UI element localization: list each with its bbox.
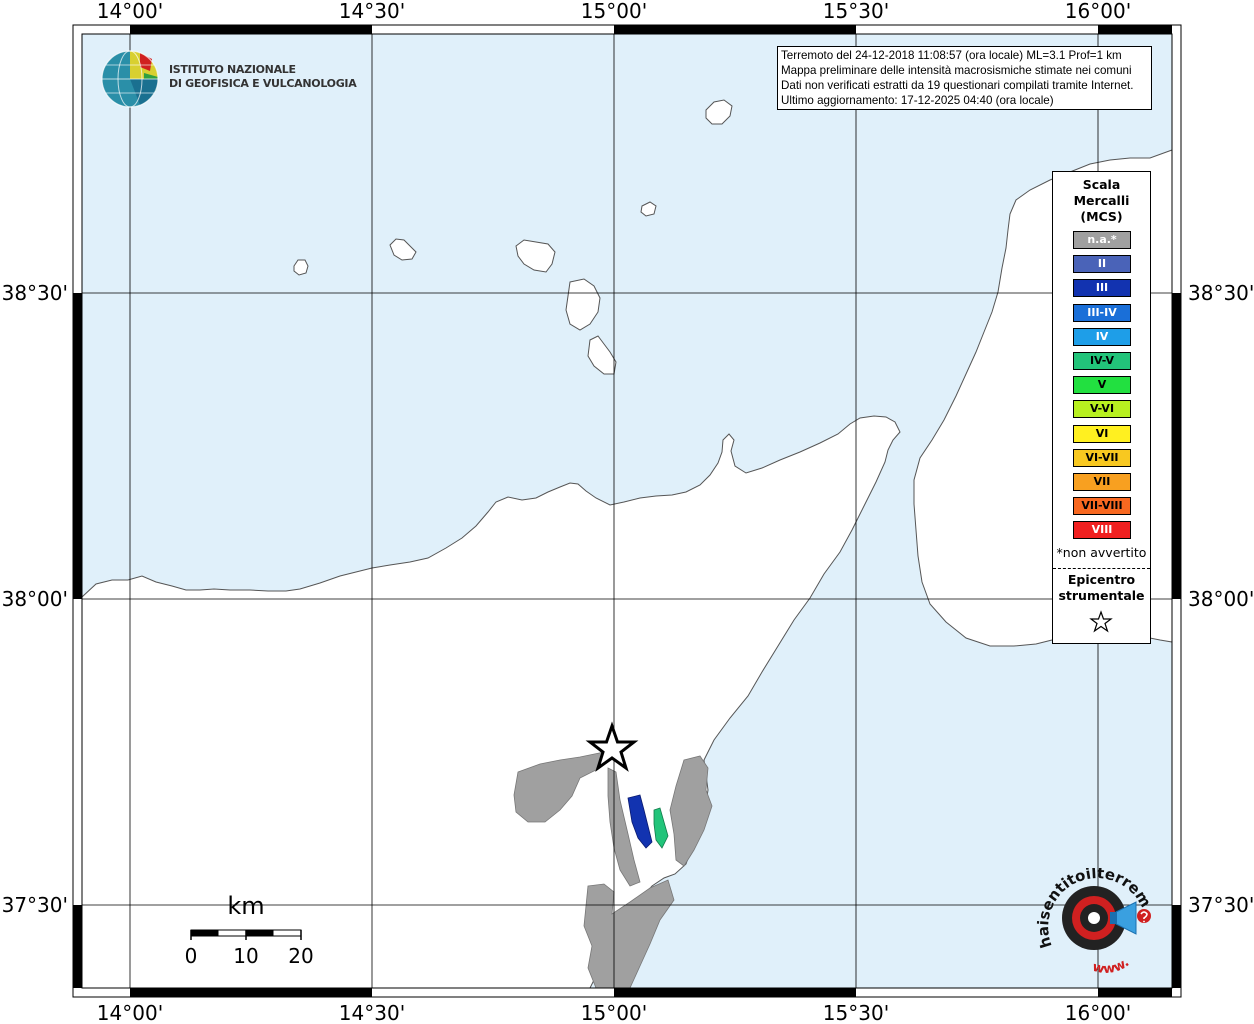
legend-divider <box>1053 568 1150 569</box>
legend-item: III <box>1073 279 1131 298</box>
left-lat-label: 38°00' <box>2 587 68 611</box>
scale-tick-label: 20 <box>288 944 313 968</box>
intensity-legend: Scala Mercalli (MCS) n.a.* II III III-IV IV I… <box>1052 171 1151 644</box>
legend-star-icon <box>1089 610 1113 633</box>
legend-epicentre-label: Epicentro strumentale <box>1053 572 1150 604</box>
top-lon-label: 16°00' <box>1065 0 1131 23</box>
legend-item: IV <box>1073 327 1131 346</box>
top-lon-label: 14°00' <box>97 0 163 23</box>
legend-item: n.a.* <box>1073 231 1131 249</box>
ingv-name: ISTITUTO NAZIONALE DI GEOFISICA E VULCAN… <box>169 63 357 91</box>
bottom-lon-label: 15°00' <box>581 1001 647 1024</box>
top-lon-label: 14°30' <box>339 0 405 23</box>
legend-item: IV-V <box>1073 352 1131 370</box>
legend-title: Scala Mercalli (MCS) <box>1053 177 1150 225</box>
bottom-lon-label: 16°00' <box>1065 1001 1131 1024</box>
event-info-line: Mappa preliminare delle intensità macros… <box>781 64 1132 77</box>
island-alicudi <box>293 259 309 276</box>
legend-title-line: (MCS) <box>1080 209 1123 224</box>
right-lat-label: 38°00' <box>1188 587 1254 611</box>
legend-title-line: Scala <box>1082 177 1121 192</box>
legend-item: VII-VIII <box>1073 497 1131 516</box>
ingv-name-line2: DI GEOFISICA E VULCANOLOGIA <box>169 77 357 90</box>
event-info-line: Ultimo aggiornamento: 17-12-2025 04:40 (… <box>781 94 1054 107</box>
event-info-line: Terremoto del 24-12-2018 11:08:57 (ora l… <box>781 49 1122 62</box>
site-www-text: www. <box>1091 955 1132 977</box>
top-lon-label: 15°30' <box>823 0 889 23</box>
question-mark-icon <box>1137 909 1151 923</box>
left-lat-label: 38°30' <box>2 281 68 305</box>
legend-item: VI <box>1073 424 1131 443</box>
legend-item: V <box>1073 376 1131 395</box>
site-www-path: www. <box>1091 955 1132 977</box>
bottom-lon-label: 14°00' <box>97 1001 163 1024</box>
event-info-line: Dati non verificati estratti da 19 quest… <box>781 79 1134 92</box>
legend-item: VIII <box>1073 521 1131 540</box>
bottom-lon-label: 15°30' <box>823 1001 889 1024</box>
ingv-name-line1: ISTITUTO NAZIONALE <box>169 63 296 76</box>
ingv-globe-icon <box>101 50 159 108</box>
bottom-lon-label: 14°30' <box>339 1001 405 1024</box>
legend-note: *non avvertito <box>1056 545 1147 560</box>
scale-bar: km 0 10 20 <box>180 888 330 978</box>
right-lat-label: 37°30' <box>1188 893 1254 917</box>
ingv-logo <box>100 47 164 115</box>
legend-epicentre-line: Epicentro <box>1067 572 1136 587</box>
legend-item: II <box>1073 255 1131 274</box>
scale-tick-label: 0 <box>185 944 198 968</box>
event-info-box: Terremoto del 24-12-2018 11:08:57 (ora l… <box>777 46 1152 110</box>
legend-epicentre-line: strumentale <box>1058 588 1145 603</box>
right-lat-label: 38°30' <box>1188 281 1254 305</box>
haisentito-logo: haisentitoilterremoto.it www. <box>1025 854 1160 982</box>
legend-item: V-VI <box>1073 400 1131 419</box>
legend-item: VII <box>1073 473 1131 491</box>
scale-unit-label: km <box>227 892 264 920</box>
legend-item: VI-VII <box>1073 448 1131 467</box>
scale-tick-label: 10 <box>233 944 258 968</box>
left-lat-label: 37°30' <box>2 893 68 917</box>
top-lon-label: 15°00' <box>581 0 647 23</box>
legend-title-line: Mercalli <box>1073 193 1130 208</box>
legend-item: III-IV <box>1073 303 1131 322</box>
